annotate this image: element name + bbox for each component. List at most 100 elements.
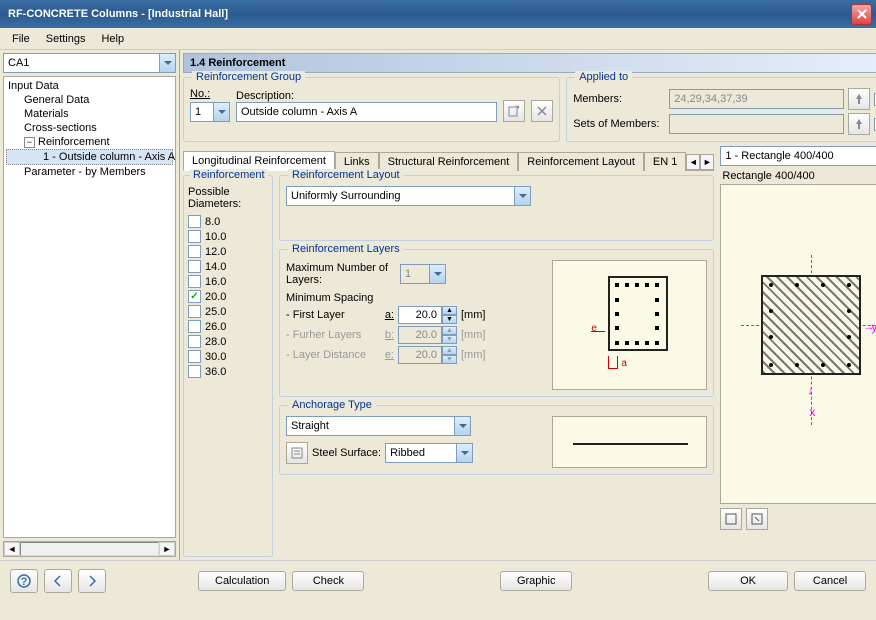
- diameter-label: 30.0: [205, 351, 226, 363]
- chevron-down-icon[interactable]: [429, 265, 445, 283]
- dim-a: a: [621, 358, 627, 369]
- tab-en1[interactable]: EN 1: [644, 152, 686, 171]
- diameter-check[interactable]: 28.0: [188, 334, 268, 349]
- diameter-label: 12.0: [205, 246, 226, 258]
- scroll-track[interactable]: [20, 542, 159, 556]
- checkbox-icon[interactable]: [188, 335, 201, 348]
- case-combo-value: CA1: [4, 57, 159, 69]
- right-panel: 1.4 Reinforcement Reinforcement Group No…: [180, 50, 876, 560]
- checkbox-icon[interactable]: [188, 275, 201, 288]
- left-panel: CA1 Input Data General Data Materials Cr…: [0, 50, 180, 560]
- diameter-label: 25.0: [205, 306, 226, 318]
- members-label: Members:: [573, 93, 665, 105]
- next-button[interactable]: [78, 569, 106, 593]
- applied-title: Applied to: [575, 71, 632, 83]
- checkbox-icon[interactable]: [188, 260, 201, 273]
- diameter-check[interactable]: 30.0: [188, 349, 268, 364]
- chevron-down-icon[interactable]: [159, 54, 175, 72]
- diameter-check[interactable]: ✓20.0: [188, 289, 268, 304]
- tab-layout[interactable]: Reinforcement Layout: [518, 152, 644, 171]
- preview-tool-2[interactable]: [746, 508, 768, 530]
- collapse-icon[interactable]: −: [24, 137, 35, 148]
- diameter-label: 28.0: [205, 336, 226, 348]
- tree-cross[interactable]: Cross-sections: [6, 121, 173, 135]
- dim-e: e: [591, 323, 597, 334]
- chevron-down-icon[interactable]: [454, 417, 470, 435]
- surface-combo[interactable]: Ribbed: [385, 443, 473, 463]
- group-anchorage: Anchorage Type Straight Steel Surface:: [279, 405, 714, 475]
- sets-label: Sets of Members:: [573, 118, 665, 130]
- scroll-left-icon[interactable]: ◄: [4, 542, 20, 556]
- spin-down-icon[interactable]: ▼: [442, 315, 457, 324]
- new-group-button[interactable]: [503, 100, 525, 122]
- help-button[interactable]: ?: [10, 569, 38, 593]
- tab-longitudinal[interactable]: Longitudinal Reinforcement: [183, 151, 335, 171]
- delete-group-button[interactable]: [531, 100, 553, 122]
- tree-scrollbar[interactable]: ◄ ►: [3, 541, 176, 557]
- checkbox-icon[interactable]: [188, 305, 201, 318]
- checkbox-icon[interactable]: [188, 245, 201, 258]
- no-combo[interactable]: 1: [190, 102, 230, 122]
- pick-sets-button[interactable]: [848, 113, 870, 135]
- cancel-button[interactable]: Cancel: [794, 571, 866, 591]
- group-reinforcement: Reinforcement Possible Diameters: 8.010.…: [183, 175, 273, 557]
- maxlayers-combo[interactable]: 1: [400, 264, 446, 284]
- diameter-check[interactable]: 10.0: [188, 229, 268, 244]
- diameter-check[interactable]: 36.0: [188, 364, 268, 379]
- preview-tool-1[interactable]: [720, 508, 742, 530]
- checkbox-icon[interactable]: [188, 365, 201, 378]
- checkbox-icon[interactable]: [188, 230, 201, 243]
- first-layer-input[interactable]: 20.0▲▼: [398, 306, 457, 324]
- anchorage-help-button[interactable]: [286, 442, 308, 464]
- bottom-bar: ? Calculation Check Graphic OK Cancel: [0, 560, 876, 600]
- new-icon: [507, 104, 521, 118]
- tree-reinforcement[interactable]: −Reinforcement: [6, 135, 173, 149]
- prev-button[interactable]: [44, 569, 72, 593]
- menu-help[interactable]: Help: [93, 31, 132, 47]
- checkbox-icon[interactable]: [188, 215, 201, 228]
- chevron-down-icon[interactable]: [514, 187, 530, 205]
- diameter-list: 8.010.0 12.014.0 16.0✓20.0 25.0 26.0 28.0 30.0…: [188, 214, 268, 379]
- menu-file[interactable]: File: [4, 31, 38, 47]
- check-button[interactable]: Check: [292, 571, 364, 591]
- close-button[interactable]: [851, 4, 872, 25]
- pick-members-button[interactable]: [848, 88, 870, 110]
- tree-root[interactable]: Input Data: [6, 79, 173, 93]
- case-combo[interactable]: CA1: [3, 53, 176, 73]
- checkbox-icon[interactable]: [188, 350, 201, 363]
- diameter-check[interactable]: 8.0: [188, 214, 268, 229]
- diameter-check[interactable]: 26.0: [188, 319, 268, 334]
- tree-param[interactable]: Parameter - by Members: [6, 165, 173, 179]
- navigation-tree[interactable]: Input Data General Data Materials Cross-…: [3, 76, 176, 538]
- diameter-label: 26.0: [205, 321, 226, 333]
- axis-x: x: [809, 405, 815, 419]
- menu-settings[interactable]: Settings: [38, 31, 94, 47]
- spin-up-icon[interactable]: ▲: [442, 306, 457, 315]
- tab-bar: Longitudinal Reinforcement Links Structu…: [183, 150, 714, 171]
- tab-nav-left[interactable]: ◄: [686, 154, 700, 170]
- tab-nav-right[interactable]: ►: [700, 154, 714, 170]
- members-field: 24,29,34,37,39: [669, 89, 844, 109]
- anchorage-combo[interactable]: Straight: [286, 416, 471, 436]
- desc-field[interactable]: Outside column - Axis A: [236, 102, 497, 122]
- layerdist-input: 20.0▲▼: [398, 346, 457, 364]
- graphic-button[interactable]: Graphic: [500, 571, 573, 591]
- group-applied-to: Applied to Members: 24,29,34,37,39 ✓All …: [566, 77, 876, 142]
- tree-materials[interactable]: Materials: [6, 107, 173, 121]
- tree-reinf-item[interactable]: 1 - Outside column - Axis A: [6, 149, 173, 165]
- chevron-down-icon[interactable]: [456, 444, 472, 462]
- chevron-down-icon[interactable]: [213, 103, 229, 121]
- diameter-check[interactable]: 14.0: [188, 259, 268, 274]
- diameter-check[interactable]: 25.0: [188, 304, 268, 319]
- layout-combo[interactable]: Uniformly Surrounding: [286, 186, 531, 206]
- tree-general[interactable]: General Data: [6, 93, 173, 107]
- scroll-right-icon[interactable]: ►: [159, 542, 175, 556]
- checkbox-icon[interactable]: ✓: [188, 290, 201, 303]
- checkbox-icon[interactable]: [188, 320, 201, 333]
- calculation-button[interactable]: Calculation: [198, 571, 286, 591]
- section-combo[interactable]: 1 - Rectangle 400/400: [720, 146, 876, 166]
- diameter-check[interactable]: 16.0: [188, 274, 268, 289]
- diameter-check[interactable]: 12.0: [188, 244, 268, 259]
- ok-button[interactable]: OK: [708, 571, 788, 591]
- diameter-label: 16.0: [205, 276, 226, 288]
